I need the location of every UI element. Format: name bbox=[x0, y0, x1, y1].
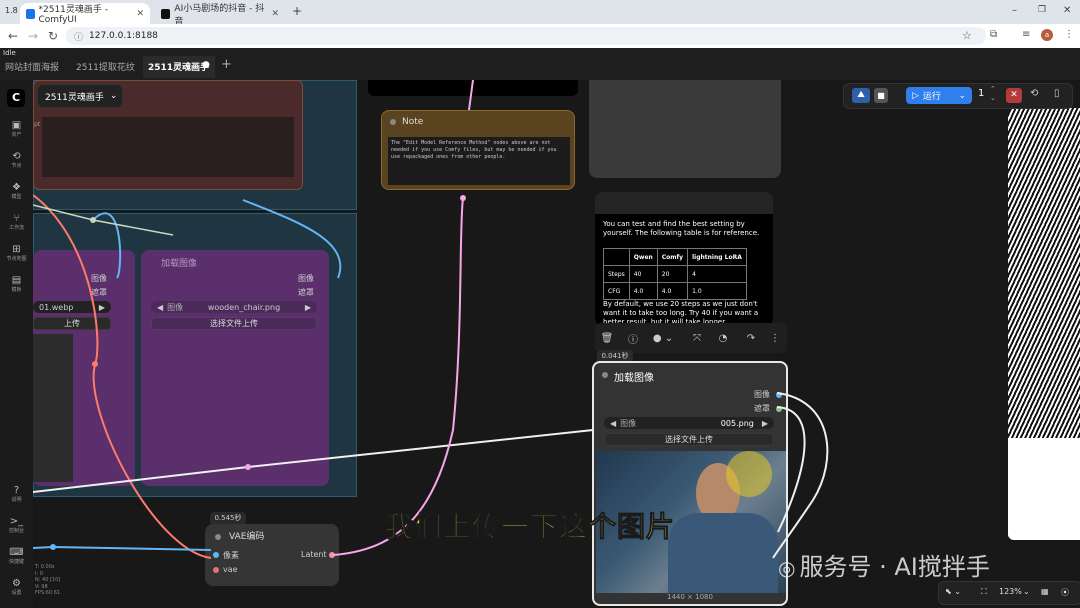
url-input[interactable]: ⓘ 127.0.0.1:8188 bbox=[66, 27, 986, 45]
watermark: ◎ 服务号 · AI搅拌手 bbox=[778, 553, 990, 581]
nodes-icon: ⟲ bbox=[12, 151, 21, 162]
status-label: Idle bbox=[3, 49, 16, 57]
close-icon[interactable]: ✕ bbox=[271, 9, 279, 19]
workflow-icon: ⑂ bbox=[13, 213, 20, 224]
map-icon: ⊞ bbox=[12, 244, 21, 255]
stop-square-icon[interactable]: ■ bbox=[874, 88, 888, 103]
chevron-down-icon: ⌄ bbox=[958, 90, 966, 101]
browser-tab-title: *2511灵魂画手 - ComfyUI bbox=[38, 5, 109, 25]
wire-vae[interactable] bbox=[33, 194, 212, 559]
queue-count-input[interactable]: 1 bbox=[978, 88, 984, 99]
run-toolbar: ⛰ ■ ▷ 运行 ⌄ 1 ⌃ ⌄ ✕ ⟲ ▯ bbox=[843, 83, 1073, 109]
wire-reroute[interactable] bbox=[90, 217, 96, 223]
wire-reroute[interactable] bbox=[460, 195, 466, 201]
wechat-icon: ◎ bbox=[778, 556, 796, 580]
browser-tab-bar: 1.8 *2511灵魂画手 - ComfyUI ✕ AI小马剧场的抖音 - 抖音… bbox=[0, 0, 1080, 27]
browser-tab-comfyui[interactable]: *2511灵魂画手 - ComfyUI ✕ bbox=[20, 3, 150, 25]
sidebar-item-settings[interactable]: ⚙ 设置 bbox=[0, 578, 33, 596]
tab-workflow-2[interactable]: 2511灵魂画手 bbox=[148, 60, 209, 73]
close-window-icon[interactable]: ✕ bbox=[1063, 5, 1071, 16]
wire-out-2[interactable] bbox=[776, 406, 806, 533]
back-icon[interactable]: ← bbox=[8, 29, 18, 43]
panel-icon[interactable]: ▯ bbox=[1054, 88, 1060, 99]
menu-kebab-icon[interactable]: ⋮ bbox=[1064, 29, 1074, 40]
add-tab-button[interactable]: + bbox=[221, 57, 232, 72]
canvas-controls: ⬉ ⌄ ⛶ 123% ⌄ ▦ ⦿ bbox=[938, 581, 1080, 605]
history-icon[interactable]: ⟲ bbox=[1030, 88, 1038, 99]
template-icon: ▤ bbox=[11, 275, 22, 286]
wire-reroute[interactable] bbox=[50, 544, 56, 550]
profile-label[interactable]: 1.8 bbox=[5, 6, 18, 15]
wire-gray[interactable] bbox=[33, 204, 174, 236]
wire-reroute[interactable] bbox=[92, 361, 98, 367]
comfy-logo-icon[interactable]: C bbox=[7, 89, 25, 107]
select-tool-icon[interactable]: ⬉ ⌄ bbox=[945, 587, 961, 596]
image-icon: ▣ bbox=[11, 120, 22, 131]
reload-icon[interactable]: ↻ bbox=[48, 29, 58, 43]
sidebar-rail: C ▣ 资产 ⟲ 节点 ❖ 模型 ⑂ 工作流 ⊞ 节点地图 ▤ 模板 ? 说明 >_ 控制台 ⌨… bbox=[0, 80, 34, 608]
queue-mode-icon[interactable]: ⛰ bbox=[852, 88, 870, 103]
avatar[interactable]: a bbox=[1041, 29, 1053, 41]
new-tab-button[interactable]: + bbox=[292, 4, 302, 18]
model-icon: ❖ bbox=[12, 182, 21, 193]
play-icon: ▷ bbox=[912, 90, 919, 101]
minimap-icon[interactable]: ▦ bbox=[1041, 587, 1049, 596]
sidebar-item-console[interactable]: >_ 控制台 bbox=[0, 516, 33, 534]
video-subtitle: 我们上传一下这个图片 bbox=[384, 510, 676, 544]
fit-view-icon[interactable]: ⛶ bbox=[981, 587, 987, 597]
unsaved-dot: ● bbox=[202, 60, 210, 70]
site-info-icon[interactable]: ⓘ bbox=[74, 30, 83, 43]
wire-latent[interactable] bbox=[332, 197, 464, 556]
url-text: 127.0.0.1:8188 bbox=[89, 31, 158, 41]
sidebar-item-node-map[interactable]: ⊞ 节点地图 bbox=[0, 244, 33, 262]
chevron-down-icon[interactable]: ⌄ bbox=[1023, 587, 1030, 596]
link-visibility-icon[interactable]: ⦿ bbox=[1061, 587, 1069, 598]
stats-panel: T: 0.00s I: 0 N: 40 [10] V: 98 FPS:60.61 bbox=[35, 564, 61, 596]
sidebar-item-templates[interactable]: ▤ 模板 bbox=[0, 275, 33, 293]
minimize-icon[interactable]: – bbox=[1012, 5, 1017, 16]
cancel-icon[interactable]: ✕ bbox=[1006, 88, 1022, 103]
address-bar: ← → ↻ ⓘ 127.0.0.1:8188 ☆ ⧉ ≡ a ⋮ bbox=[0, 24, 1080, 49]
image-preview-right[interactable] bbox=[1008, 108, 1080, 540]
image-white-area bbox=[1008, 438, 1080, 540]
sidebar-item-models[interactable]: ❖ 模型 bbox=[0, 182, 33, 200]
workflow-tab-bar: Idle 网站封面海报 2511提取花纹 2511灵魂画手 ● + bbox=[0, 48, 1080, 81]
wire-image-white[interactable] bbox=[33, 429, 594, 493]
bookmark-star-icon[interactable]: ☆ bbox=[962, 29, 972, 42]
terminal-icon: >_ bbox=[9, 516, 24, 527]
help-icon: ? bbox=[13, 485, 20, 496]
settings-icon: ⚙ bbox=[12, 578, 21, 589]
extensions-icon[interactable]: ⧉ bbox=[990, 29, 997, 40]
tab-workflow-1[interactable]: 2511提取花纹 bbox=[76, 60, 135, 73]
zoom-level[interactable]: 123% bbox=[999, 587, 1022, 596]
sidebar-item-assets[interactable]: ▣ 资产 bbox=[0, 120, 33, 138]
forward-icon[interactable]: → bbox=[28, 29, 38, 43]
browser-tab-douyin[interactable]: AI小马剧场的抖音 - 抖音 ✕ bbox=[155, 3, 285, 27]
keyboard-icon: ⌨ bbox=[9, 547, 24, 558]
sidebar-item-shortcuts[interactable]: ⌨ 快捷键 bbox=[0, 547, 33, 565]
tab-workflow-0[interactable]: 网站封面海报 bbox=[5, 60, 59, 73]
sidebar-item-nodes[interactable]: ⟲ 节点 bbox=[0, 151, 33, 169]
maximize-icon[interactable]: ❐ bbox=[1038, 5, 1046, 15]
sidebar-item-workflows[interactable]: ⑂ 工作流 bbox=[0, 213, 33, 231]
run-button[interactable]: ▷ 运行 ⌄ bbox=[906, 87, 972, 104]
tiktok-favicon-icon bbox=[161, 8, 171, 19]
wire-reroute[interactable] bbox=[245, 464, 251, 470]
wire-blue-2[interactable] bbox=[242, 199, 342, 279]
wire-latent-up[interactable] bbox=[468, 80, 474, 111]
media-icon[interactable]: ≡ bbox=[1022, 29, 1030, 40]
browser-tab-title: AI小马剧场的抖音 - 抖音 bbox=[174, 3, 265, 27]
stepper-icon[interactable]: ⌃ ⌄ bbox=[990, 85, 996, 103]
sidebar-item-help[interactable]: ? 说明 bbox=[0, 485, 33, 503]
comfyui-favicon-icon bbox=[26, 8, 35, 19]
close-icon[interactable]: ✕ bbox=[136, 9, 144, 19]
